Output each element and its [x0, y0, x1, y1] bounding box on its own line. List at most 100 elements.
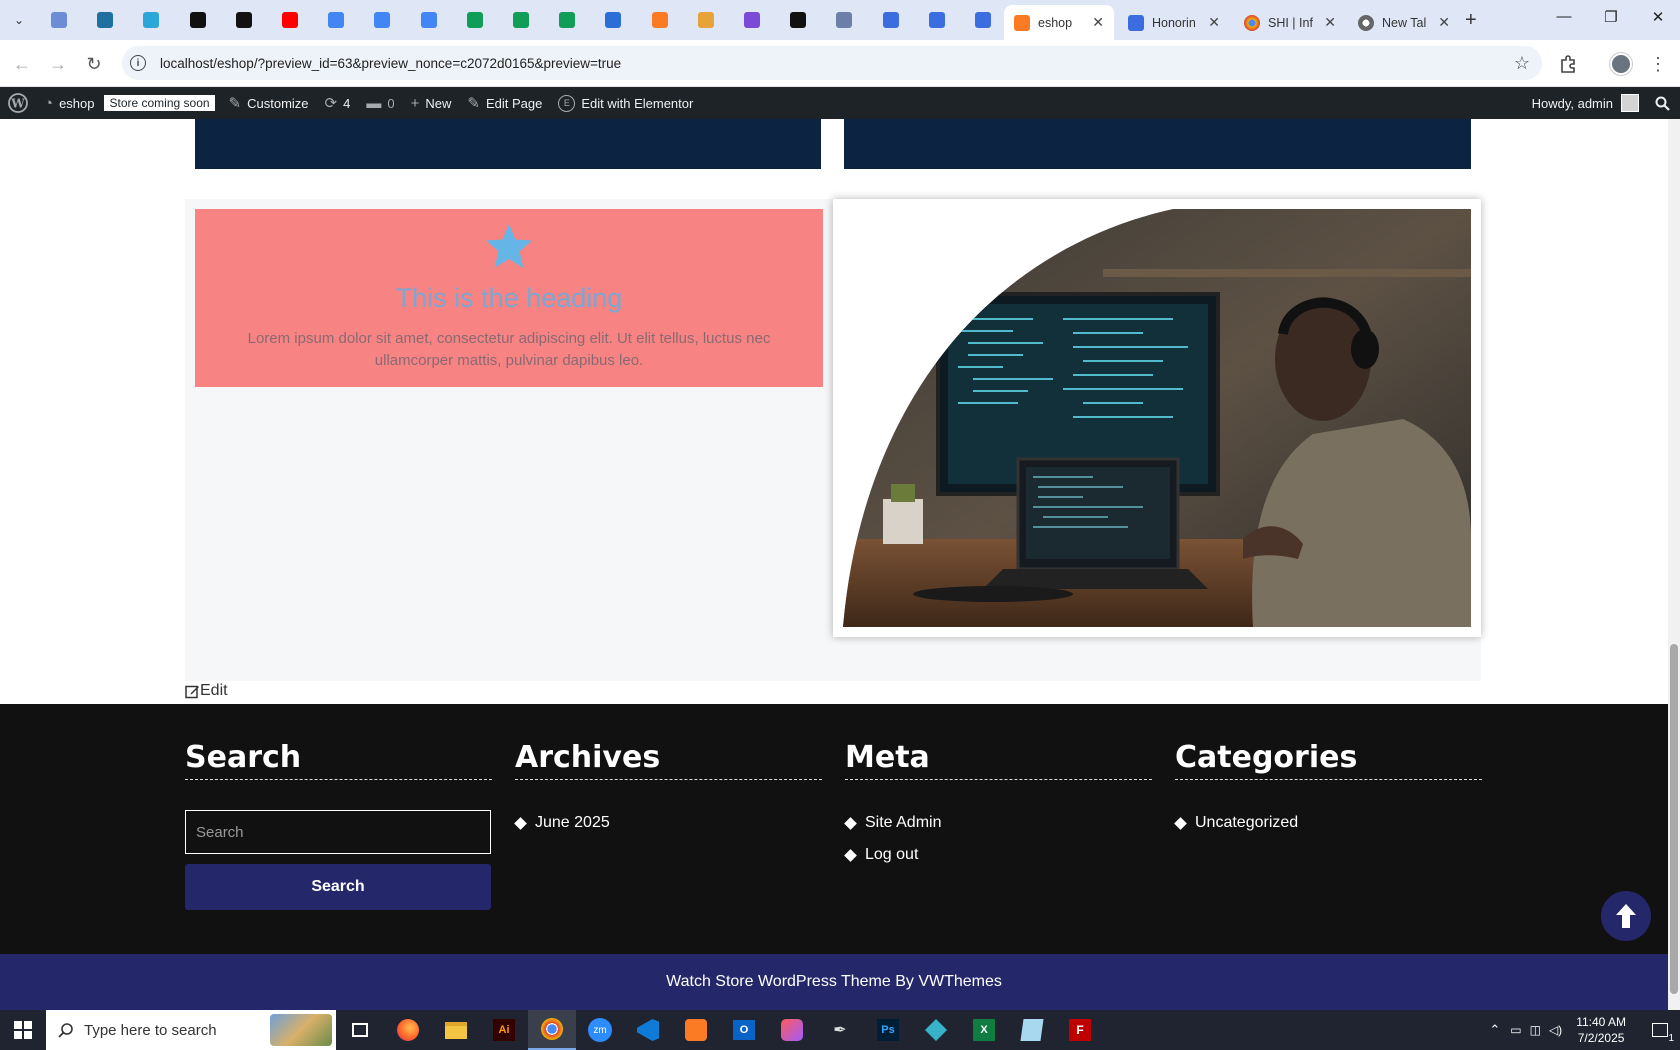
tab-new-tab[interactable]: New Tal ✕	[1348, 5, 1460, 40]
pinned-tab[interactable]	[369, 7, 395, 33]
pinned-tab[interactable]	[924, 7, 950, 33]
category-item[interactable]: Uncategorized	[1174, 814, 1482, 832]
close-icon[interactable]: ✕	[1324, 14, 1336, 31]
close-window-button[interactable]: ✕	[1643, 8, 1673, 26]
taskbar-search-box[interactable]: Type here to search	[46, 1010, 336, 1050]
pinned-tab[interactable]	[600, 7, 626, 33]
pinned-tab[interactable]	[138, 7, 164, 33]
site-name-link[interactable]: ◔ eshop	[36, 87, 102, 119]
copyright-text[interactable]: Watch Store WordPress Theme By VWThemes	[666, 973, 1002, 991]
pinned-tab[interactable]	[970, 7, 996, 33]
edit-page-link[interactable]: ✎ Edit Page	[459, 87, 550, 119]
network-icon[interactable]: ▭	[1510, 1023, 1521, 1037]
page-scrollbar[interactable]	[1668, 119, 1680, 1010]
extensions-icon[interactable]	[1555, 51, 1581, 77]
bookmark-star-icon[interactable]: ☆	[1514, 53, 1530, 74]
outlook-icon[interactable]: O	[720, 1010, 768, 1050]
url-text[interactable]: localhost/eshop/?preview_id=63&preview_n…	[160, 56, 621, 71]
updates-link[interactable]: ⟳ 4	[317, 87, 359, 119]
close-icon[interactable]: ✕	[1208, 14, 1220, 31]
navy-banner-left	[195, 119, 821, 169]
pen-tool-icon[interactable]: ✒	[816, 1010, 864, 1050]
vscode-icon[interactable]	[624, 1010, 672, 1050]
pinned-tab[interactable]	[554, 7, 580, 33]
tab-eshop[interactable]: eshop ✕	[1004, 5, 1114, 40]
pinned-tab[interactable]	[46, 7, 72, 33]
menu-icon[interactable]: ⋮	[1645, 51, 1671, 77]
docs-icon	[421, 12, 437, 28]
tab-honorin[interactable]: Honorin ✕	[1118, 5, 1230, 40]
pinned-tab[interactable]	[277, 7, 303, 33]
pinned-tab[interactable]	[416, 7, 442, 33]
site-info-icon[interactable]: i	[130, 55, 146, 71]
docs-icon	[374, 12, 390, 28]
chevron-up-icon[interactable]: ⌃	[1489, 1022, 1500, 1038]
pinned-tab[interactable]	[231, 7, 257, 33]
creative-cloud-icon[interactable]	[768, 1010, 816, 1050]
archive-item-label[interactable]: June 2025	[535, 814, 610, 832]
meta-item-label[interactable]: Site Admin	[865, 814, 941, 832]
new-content-link[interactable]: + New	[403, 87, 460, 119]
store-status-badge[interactable]: Store coming soon	[104, 95, 215, 111]
close-icon[interactable]: ✕	[1438, 14, 1450, 31]
pinned-tab[interactable]	[323, 7, 349, 33]
forms-icon	[1128, 14, 1144, 31]
excel-icon[interactable]: X	[960, 1010, 1008, 1050]
notepad-icon[interactable]	[1008, 1010, 1056, 1050]
profile-avatar[interactable]	[1608, 51, 1634, 77]
back-button[interactable]: ←	[9, 51, 35, 77]
account-menu[interactable]: Howdy, admin	[1524, 87, 1647, 119]
volume-icon[interactable]: ◁)	[1549, 1023, 1562, 1037]
meta-item-label[interactable]: Log out	[865, 846, 918, 864]
pinned-tab[interactable]	[647, 7, 673, 33]
edit-post-link[interactable]: Edit	[185, 682, 228, 700]
minimize-button[interactable]: —	[1549, 8, 1579, 25]
pinned-tab[interactable]	[693, 7, 719, 33]
task-view-icon[interactable]	[336, 1010, 384, 1050]
pinned-tab[interactable]	[878, 7, 904, 33]
comments-link[interactable]: ▬ 0	[358, 87, 402, 119]
wordpress-logo-icon[interactable]: W	[0, 87, 36, 119]
pinned-tab[interactable]	[785, 7, 811, 33]
address-bar[interactable]: i localhost/eshop/?preview_id=63&preview…	[122, 46, 1542, 80]
archive-item[interactable]: June 2025	[514, 814, 822, 832]
file-explorer-icon[interactable]	[432, 1010, 480, 1050]
edit-elementor-link[interactable]: E Edit with Elementor	[550, 87, 701, 119]
forward-button[interactable]: →	[45, 51, 71, 77]
customize-link[interactable]: ✎ Customize	[221, 87, 317, 119]
system-tray: ⌃ ▭ ◫ ◁) 11:40 AM 7/2/2025 1	[1489, 1010, 1680, 1050]
xampp-icon[interactable]	[672, 1010, 720, 1050]
scrollbar-thumb[interactable]	[1670, 644, 1678, 994]
meta-item-site-admin[interactable]: Site Admin	[844, 814, 1152, 832]
tab-shi[interactable]: SHI | Inf ✕	[1234, 5, 1346, 40]
restore-button[interactable]: ❐	[1596, 8, 1626, 26]
pinned-tab[interactable]	[92, 7, 118, 33]
pinned-tab[interactable]	[508, 7, 534, 33]
windows-start-button[interactable]	[0, 1010, 46, 1050]
notification-center-icon[interactable]: 1	[1640, 1010, 1680, 1050]
illustrator-icon[interactable]: Ai	[480, 1010, 528, 1050]
pinned-tab[interactable]	[831, 7, 857, 33]
zoom-icon[interactable]: zm	[576, 1010, 624, 1050]
pinned-tab[interactable]	[185, 7, 211, 33]
chrome-icon[interactable]	[528, 1010, 576, 1050]
tab-search-button[interactable]: ⌄	[6, 8, 32, 32]
pinned-tab[interactable]	[462, 7, 488, 33]
shield-icon	[97, 12, 113, 28]
meta-item-log-out[interactable]: Log out	[844, 846, 1152, 864]
new-tab-button[interactable]: +	[1465, 9, 1477, 32]
admin-search-icon[interactable]	[1647, 87, 1680, 119]
firefox-icon[interactable]	[384, 1010, 432, 1050]
wifi-icon[interactable]: ◫	[1530, 1023, 1541, 1037]
clock[interactable]: 11:40 AM 7/2/2025	[1576, 1014, 1626, 1046]
gem-app-icon[interactable]	[912, 1010, 960, 1050]
footer-search-button[interactable]: Search	[185, 864, 491, 910]
pinned-tab[interactable]	[739, 7, 765, 33]
photoshop-icon[interactable]: Ps	[864, 1010, 912, 1050]
category-item-label[interactable]: Uncategorized	[1195, 814, 1298, 832]
close-icon[interactable]: ✕	[1092, 14, 1104, 31]
filezilla-icon[interactable]: F	[1056, 1010, 1104, 1050]
footer-search-input[interactable]	[185, 810, 491, 854]
scroll-to-top-button[interactable]	[1601, 891, 1651, 941]
reload-button[interactable]: ↻	[81, 51, 107, 77]
